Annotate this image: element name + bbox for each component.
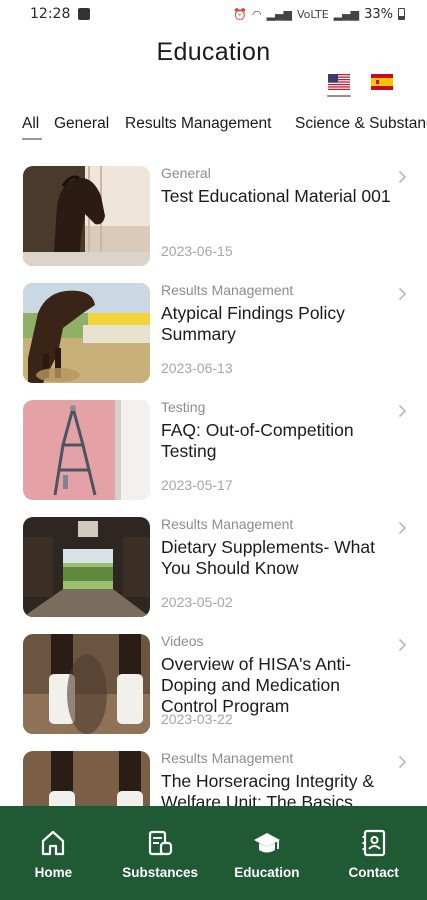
substances-icon (149, 830, 173, 856)
tab-selected-indicator (22, 138, 42, 140)
nav-education-label: Education (234, 865, 300, 880)
wifi-icon: ◠ (252, 7, 262, 21)
language-selected-indicator (327, 95, 351, 97)
nav-home-label: Home (34, 865, 73, 880)
nav-home[interactable]: Home (0, 806, 107, 900)
graduation-cap-icon (253, 833, 280, 853)
alarm-icon: ⏰ (233, 7, 248, 21)
list-item[interactable]: Videos Overview of HISA's Anti-Doping an… (0, 628, 427, 738)
chevron-right-icon (398, 287, 407, 301)
list-item[interactable]: General Test Educational Material 001 20… (0, 160, 427, 270)
horse-jumping-image (23, 283, 150, 383)
list-item[interactable]: Results Management Dietary Supplements- … (0, 511, 427, 621)
tab-science-substances[interactable]: Science & Substances (295, 115, 427, 133)
item-category: Results Management (161, 750, 294, 766)
item-title: FAQ: Out-of-Competition Testing (161, 420, 354, 461)
item-category: Results Management (161, 516, 294, 532)
category-tabs: All General Results Management Science &… (0, 115, 427, 141)
item-title: Dietary Supplements- What You Should Kno… (161, 537, 375, 578)
us-flag-icon (328, 74, 350, 90)
item-date: 2023-06-13 (161, 360, 233, 376)
nav-substances-label: Substances (122, 865, 199, 880)
chevron-right-icon (398, 170, 407, 184)
gallery-notification-icon (78, 8, 91, 20)
item-date: 2023-03-22 (161, 711, 233, 727)
signal-icon: ▂▄▆ (266, 7, 293, 21)
home-icon (42, 830, 65, 856)
item-title: Overview of HISA's Anti-Doping and Medic… (161, 654, 352, 716)
item-title: Test Educational Material 001 (161, 186, 391, 206)
battery-icon (398, 8, 405, 20)
network-type: VoLTE (297, 7, 329, 21)
page-title: Education (156, 38, 271, 66)
nav-contact-label: Contact (348, 865, 399, 880)
nav-education[interactable]: Education (214, 806, 321, 900)
nav-substances[interactable]: Substances (107, 806, 214, 900)
status-bar: 12:28 ⏰ ◠ ▂▄▆ VoLTE ▂▄▆ 33% (0, 0, 427, 28)
halter-on-wall-image (23, 400, 150, 500)
status-time: 12:28 (30, 6, 71, 22)
item-date: 2023-05-17 (161, 477, 233, 493)
tab-results-management[interactable]: Results Management (125, 115, 271, 133)
chevron-right-icon (398, 638, 407, 652)
language-english-button[interactable] (327, 74, 351, 97)
contact-book-icon (362, 829, 385, 857)
item-category: General (161, 165, 211, 181)
language-spanish-button[interactable] (371, 74, 393, 90)
tab-all[interactable]: All (22, 115, 39, 133)
item-category: Videos (161, 633, 204, 649)
chevron-right-icon (398, 755, 407, 769)
item-title: Atypical Findings Policy Summary (161, 303, 345, 344)
horse-legs-wraps-image (23, 634, 150, 734)
item-category: Testing (161, 399, 206, 415)
nav-contact[interactable]: Contact (320, 806, 427, 900)
bottom-navigation: Home Substances Education Contact (0, 806, 427, 900)
item-date: 2023-05-02 (161, 594, 233, 610)
battery-percent: 33% (364, 6, 393, 22)
item-category: Results Management (161, 282, 294, 298)
tab-general[interactable]: General (54, 115, 109, 133)
spain-flag-icon (371, 74, 393, 90)
list-item[interactable]: Testing FAQ: Out-of-Competition Testing … (0, 394, 427, 504)
chevron-right-icon (398, 404, 407, 418)
signal-icon-2: ▂▄▆ (333, 7, 360, 21)
horse-in-stall-image (23, 166, 150, 266)
barn-aisle-image (23, 517, 150, 617)
item-date: 2023-06-15 (161, 243, 233, 259)
list-item[interactable]: Results Management Atypical Findings Pol… (0, 277, 427, 387)
chevron-right-icon (398, 521, 407, 535)
